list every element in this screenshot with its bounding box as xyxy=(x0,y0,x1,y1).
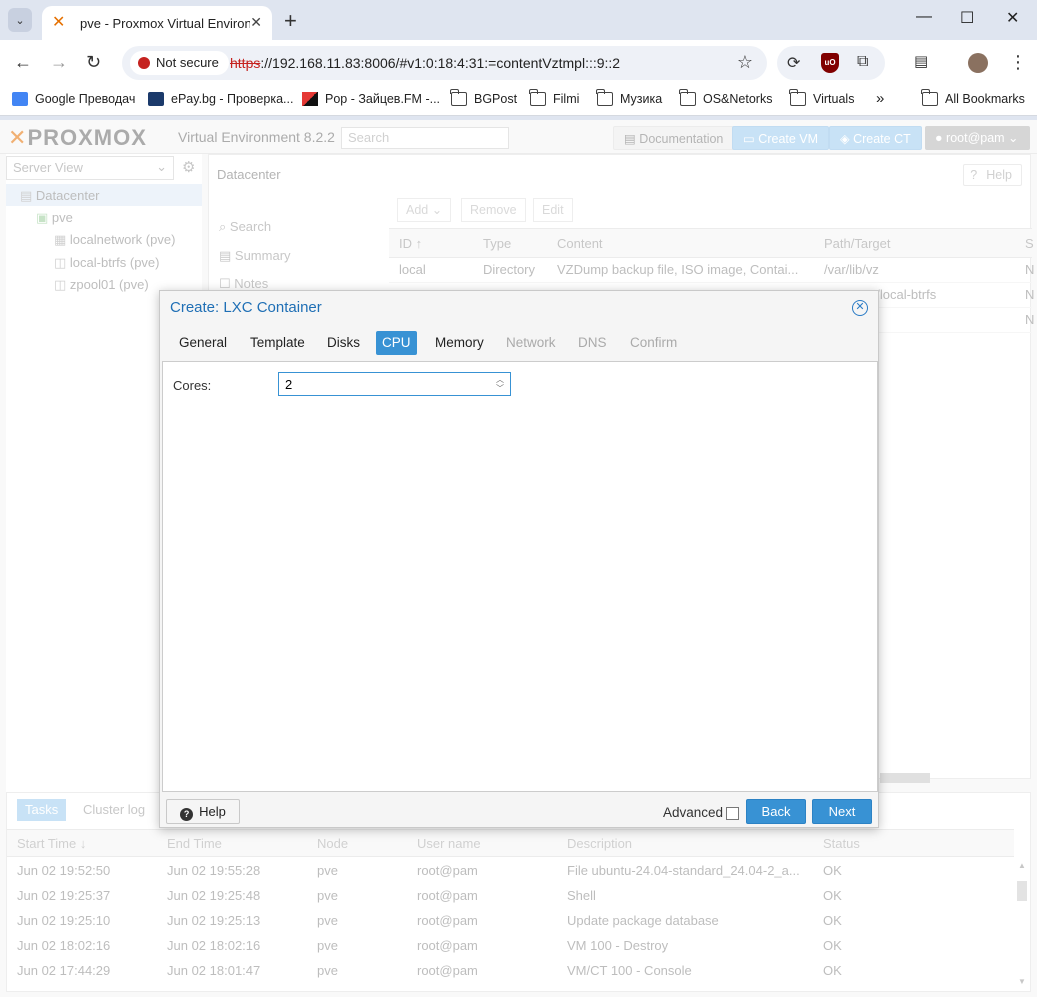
url-text[interactable]: https://192.168.11.83:8006/#v1:0:18:4:31… xyxy=(230,55,620,71)
tab-network[interactable]: Network xyxy=(500,331,562,355)
tab-memory[interactable]: Memory xyxy=(429,331,490,355)
proxmox-favicon-icon: ✕ xyxy=(52,14,66,31)
bookmark-folder[interactable]: Музика xyxy=(596,89,662,106)
next-button[interactable]: Next xyxy=(812,799,872,824)
tab-title: pve - Proxmox Virtual Environme xyxy=(80,15,250,31)
forward-arrow-icon[interactable]: → xyxy=(50,52,68,73)
folder-icon xyxy=(596,89,613,106)
address-bar[interactable]: Not secure https://192.168.11.83:8006/#v… xyxy=(122,46,767,80)
browser-toolbar: ← → ↻ Not secure https://192.168.11.83:8… xyxy=(0,40,1037,86)
bookmark-folder[interactable]: Virtuals xyxy=(789,89,854,106)
minimize-icon[interactable]: — xyxy=(916,8,932,26)
extensions-puzzle-icon[interactable]: ⧉ xyxy=(857,53,868,71)
folder-icon xyxy=(789,89,806,106)
folder-icon xyxy=(679,89,696,106)
tab-strip: ⌄ ✕ pve - Proxmox Virtual Environme ✕ + … xyxy=(0,0,1037,40)
tab-cpu[interactable]: CPU xyxy=(376,331,417,355)
bookmark-item[interactable]: Pop - Зайцев.FM -... xyxy=(302,92,440,106)
tab-general[interactable]: General xyxy=(173,331,233,355)
google-translate-icon xyxy=(12,92,28,106)
bookmark-folder[interactable]: OS&Netorks xyxy=(679,89,772,106)
maximize-icon[interactable]: ☐ xyxy=(960,8,974,28)
wizard-tabs: General Template Disks CPU Memory Networ… xyxy=(160,329,878,359)
tab-disks[interactable]: Disks xyxy=(321,331,366,355)
folder-icon xyxy=(921,89,938,106)
cores-stepper[interactable]: ︿﹀ xyxy=(278,372,511,396)
epay-icon xyxy=(148,92,164,106)
dialog-footer: ? Help Advanced Back Next xyxy=(160,794,878,828)
window-close-icon[interactable]: ✕ xyxy=(1006,8,1019,28)
cores-input[interactable] xyxy=(279,373,484,395)
bookmark-star-icon[interactable]: ☆ xyxy=(737,52,753,73)
all-bookmarks-folder[interactable]: All Bookmarks xyxy=(921,89,1025,106)
tab-search-button[interactable]: ⌄ xyxy=(8,8,32,32)
browser-chrome: ⌄ ✕ pve - Proxmox Virtual Environme ✕ + … xyxy=(0,0,1037,120)
close-icon[interactable]: ✕ xyxy=(852,300,868,316)
new-tab-button[interactable]: + xyxy=(284,8,297,34)
tab-template[interactable]: Template xyxy=(244,331,311,355)
bookmark-item[interactable]: ePay.bg - Проверка... xyxy=(148,92,293,106)
extensions-group: ⟳ uO ⧉ xyxy=(777,46,885,80)
spinner-arrows-icon[interactable]: ︿ ﹀ xyxy=(494,375,506,393)
advanced-checkbox[interactable] xyxy=(726,807,739,820)
security-indicator[interactable]: Not secure xyxy=(130,51,229,75)
close-tab-icon[interactable]: ✕ xyxy=(250,14,262,31)
radio-icon xyxy=(302,92,318,106)
warning-icon xyxy=(138,57,150,69)
reload-icon[interactable]: ↻ xyxy=(86,52,101,73)
browser-tab[interactable]: ✕ pve - Proxmox Virtual Environme ✕ xyxy=(42,6,272,40)
profile-avatar[interactable] xyxy=(968,53,988,73)
bookmark-folder[interactable]: BGPost xyxy=(450,89,517,106)
dialog-body: Cores: ︿﹀ xyxy=(162,361,878,792)
advanced-label: Advanced xyxy=(663,805,724,820)
dialog-title: Create: LXC Container xyxy=(170,299,322,316)
chevron-down-icon: ⌄ xyxy=(15,14,25,27)
tab-dns[interactable]: DNS xyxy=(572,331,613,355)
sync-extension-icon[interactable]: ⟳ xyxy=(787,53,800,73)
folder-icon xyxy=(529,89,546,106)
help-button[interactable]: ? Help xyxy=(166,799,240,824)
tab-confirm[interactable]: Confirm xyxy=(624,331,683,355)
create-lxc-dialog: Create: LXC Container ✕ General Template… xyxy=(159,290,879,828)
ublock-origin-icon[interactable]: uO xyxy=(821,53,839,73)
bookmarks-bar: Google Преводач ePay.bg - Проверка... Po… xyxy=(0,86,1037,116)
back-button[interactable]: Back xyxy=(746,799,806,824)
bookmark-folder[interactable]: Filmi xyxy=(529,89,579,106)
folder-icon xyxy=(450,89,467,106)
question-icon: ? xyxy=(180,808,194,821)
cores-label: Cores: xyxy=(173,378,212,393)
horizontal-scrollbar[interactable] xyxy=(880,773,930,783)
back-arrow-icon[interactable]: ← xyxy=(14,52,32,73)
browser-menu-icon[interactable]: ⋮ xyxy=(1009,52,1027,73)
reading-list-icon[interactable]: ▤ xyxy=(914,52,928,70)
bookmark-item[interactable]: Google Преводач xyxy=(12,92,135,106)
more-bookmarks-button[interactable]: » xyxy=(876,90,884,107)
